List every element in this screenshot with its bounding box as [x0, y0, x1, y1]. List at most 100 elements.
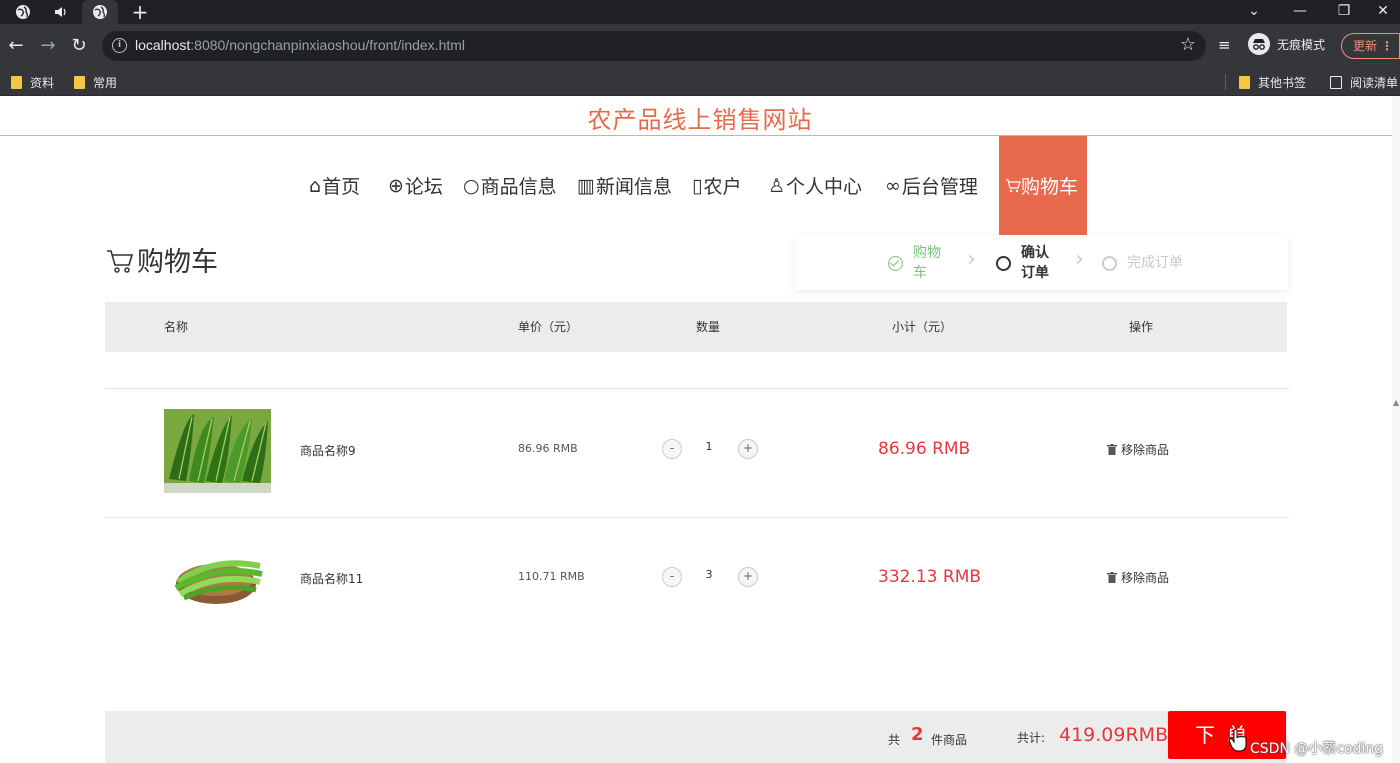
nav-farmers[interactable]: ▯ 农户	[692, 136, 741, 235]
incognito-icon	[1248, 33, 1270, 55]
table-header: 名称 单价（元） 数量 小计（元） 操作	[105, 302, 1287, 352]
tab-search-button[interactable]: ⌄	[1232, 0, 1276, 24]
remove-item-button[interactable]: 移除商品	[1107, 569, 1169, 586]
menu-dots-icon[interactable]: ⋮	[1381, 34, 1393, 58]
bookmark-folder[interactable]: 常用	[74, 74, 117, 91]
step-cart: 购物车	[888, 236, 945, 290]
minimize-button[interactable]: —	[1278, 0, 1322, 24]
globe-icon: ⊕	[388, 174, 404, 197]
trash-icon	[1107, 444, 1117, 455]
product-image[interactable]	[164, 409, 271, 493]
subtotal: 86.96 RMB	[878, 439, 971, 459]
column-header: 操作	[1129, 320, 1154, 334]
folder-icon	[74, 76, 85, 89]
reading-list[interactable]: 阅读清单	[1330, 74, 1398, 91]
nav-forum[interactable]: ⊕ 论坛	[388, 136, 443, 235]
bookmarks-bar: 资料 常用 其他书签 阅读清单	[0, 68, 1400, 96]
step-complete-order: 完成订单	[1102, 236, 1183, 290]
back-icon[interactable]: ←	[4, 34, 28, 58]
browser-tab-active[interactable]	[82, 0, 118, 24]
table-row: 商品名称9 86.96 RMB - 1 + 86.96 RMB 移除商品	[105, 400, 1289, 500]
scrollbar[interactable]	[1392, 96, 1400, 763]
browser-tab-bar: + ⌄ — ❐ ✕	[0, 0, 1400, 24]
column-header: 小计（元）	[892, 320, 953, 334]
column-header: 单价（元）	[518, 320, 579, 334]
nav-admin[interactable]: ∞ 后台管理	[885, 136, 978, 235]
nav-products[interactable]: ○ 商品信息	[463, 136, 557, 235]
circle-icon	[996, 255, 1011, 271]
row-divider	[105, 517, 1289, 518]
nav-home[interactable]: ⌂ 首页	[309, 136, 360, 235]
close-window-button[interactable]: ✕	[1366, 0, 1400, 24]
folder-icon	[1239, 76, 1250, 89]
incognito-indicator[interactable]: 无痕模式	[1248, 33, 1325, 55]
cart-icon	[107, 249, 134, 273]
nav-news[interactable]: ▥ 新闻信息	[577, 136, 672, 235]
check-circle-icon	[888, 255, 903, 271]
page-title: 购物车	[105, 240, 218, 279]
product-name[interactable]: 商品名称11	[300, 570, 363, 587]
home-icon: ⌂	[309, 174, 322, 197]
product-name[interactable]: 商品名称9	[300, 442, 356, 459]
incognito-label: 无痕模式	[1277, 37, 1326, 52]
bookmarks-divider	[1225, 74, 1226, 90]
step-confirm-order: 确认订单	[996, 236, 1053, 290]
update-button[interactable]: 更新 ⋮	[1341, 33, 1400, 59]
chevron-right-icon: ›	[1075, 247, 1084, 272]
quantity-value[interactable]: 3	[697, 568, 721, 581]
restore-button[interactable]: ❐	[1322, 0, 1366, 24]
increase-quantity-button[interactable]: +	[738, 567, 758, 587]
circle-icon	[1102, 255, 1117, 271]
cart-summary-bar: 共 2 件商品 共计: 419.09RMB	[105, 711, 1287, 763]
subtotal: 332.13 RMB	[878, 567, 982, 587]
trash-icon	[1107, 572, 1117, 583]
folder-icon	[11, 76, 22, 89]
url-text[interactable]: localhost:8080/nongchanpinxiaoshou/front…	[135, 37, 465, 53]
browser-toolbar: ← → ↻ i localhost:8080/nongchanpinxiaosh…	[0, 24, 1400, 68]
globe-icon	[93, 5, 107, 19]
column-header: 数量	[696, 320, 721, 334]
cart-icon	[1006, 179, 1021, 193]
browser-tab[interactable]	[6, 0, 40, 24]
forward-icon[interactable]: →	[36, 34, 60, 58]
checkout-steps: 购物车 › 确认订单 › 完成订单	[795, 236, 1288, 290]
nav-user-center[interactable]: ♙ 个人中心	[768, 136, 862, 235]
quantity-value[interactable]: 1	[697, 440, 721, 453]
product-image[interactable]	[164, 536, 271, 620]
hand-cursor-icon	[1228, 728, 1247, 752]
reading-list-icon	[1330, 76, 1342, 89]
circle-icon: ○	[463, 174, 480, 197]
new-tab-button[interactable]: +	[128, 1, 152, 23]
info-icon[interactable]: i	[112, 38, 127, 53]
decrease-quantity-button[interactable]: -	[662, 439, 682, 459]
unit-price: 110.71 RMB	[518, 570, 585, 583]
browser-tab-audio[interactable]	[44, 0, 78, 24]
link-icon: ∞	[885, 174, 901, 197]
news-icon: ▥	[577, 174, 595, 197]
bookmark-star-icon[interactable]: ☆	[1180, 34, 1196, 55]
user-icon: ♙	[768, 174, 786, 197]
item-count-unit: 件商品	[931, 733, 968, 747]
unit-price: 86.96 RMB	[518, 442, 578, 455]
remove-item-button[interactable]: 移除商品	[1107, 441, 1169, 458]
list-divider	[105, 388, 1289, 389]
bookmark-folder[interactable]: 资料	[11, 74, 54, 91]
column-header: 名称	[164, 320, 189, 334]
decrease-quantity-button[interactable]: -	[662, 567, 682, 587]
scroll-up-icon[interactable]: ▲	[1393, 398, 1399, 407]
summary-prefix: 共	[888, 733, 901, 747]
reading-list-icon[interactable]: ≡	[1218, 36, 1231, 54]
nav-cart[interactable]: 购物车	[999, 136, 1087, 235]
other-bookmarks[interactable]: 其他书签	[1239, 74, 1306, 91]
globe-icon	[16, 5, 30, 19]
increase-quantity-button[interactable]: +	[738, 439, 758, 459]
watermark: CSDN @小蔡coding	[1250, 741, 1384, 757]
chevron-right-icon: ›	[967, 247, 976, 272]
table-row: 商品名称11 110.71 RMB - 3 + 332.13 RMB 移除商品	[105, 528, 1289, 628]
speaker-icon	[55, 7, 66, 17]
address-bar[interactable]: i localhost:8080/nongchanpinxiaoshou/fro…	[102, 31, 1206, 61]
total-label: 共计:	[1017, 731, 1046, 745]
reload-icon[interactable]: ↻	[67, 34, 91, 58]
item-count: 2	[911, 724, 924, 745]
square-icon: ▯	[692, 174, 703, 197]
